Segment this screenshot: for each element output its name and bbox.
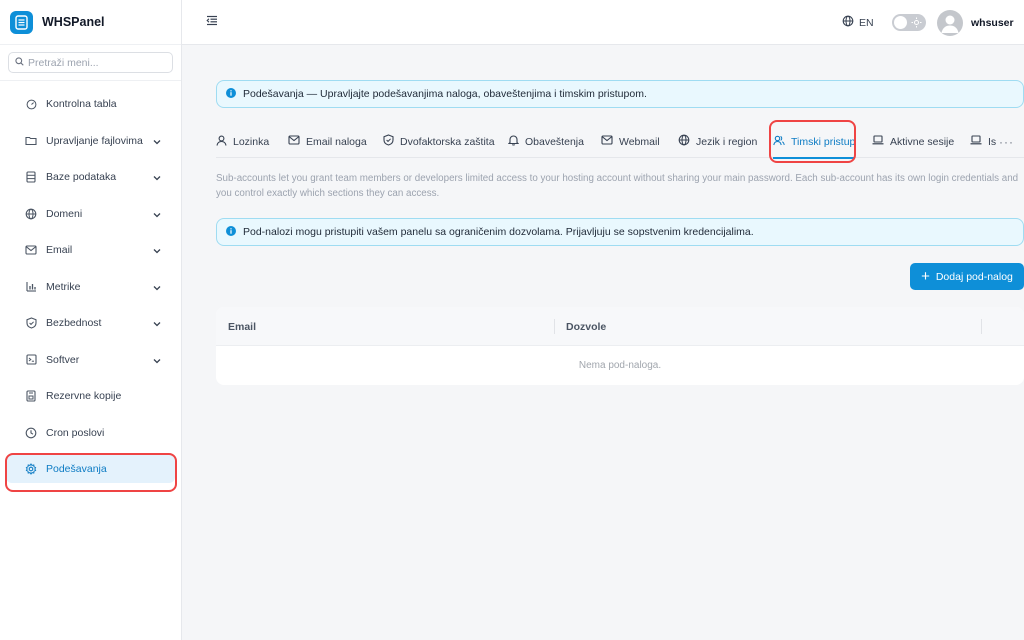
sidebar-item-label: Bezbednost [46, 317, 102, 329]
tab-dvofaktorska-zastita[interactable]: Dvofaktorska zaštita [383, 125, 495, 158]
theme-toggle[interactable] [892, 14, 926, 31]
globe-icon [678, 134, 690, 149]
bell-icon [507, 134, 520, 149]
sidebar-nav: Kontrolna tabla Upravljanje fajlovima Ba… [0, 81, 181, 483]
chevron-down-icon [153, 355, 161, 367]
add-subaccount-label: Dodaj pod-nalog [935, 270, 1013, 283]
sun-icon [911, 17, 922, 31]
search-box[interactable] [8, 52, 173, 73]
tab-truncated[interactable]: Is [970, 125, 996, 158]
dashboard-icon [24, 97, 38, 111]
table-header: Email Dozvole [216, 307, 1024, 346]
globe-icon [842, 15, 854, 30]
avatar[interactable] [937, 10, 963, 36]
topbar: EN whsuser [182, 0, 1024, 45]
tab-jezik-i-region[interactable]: Jezik i region [678, 125, 757, 158]
settings-tabs: Lozinka Email naloga Dvofaktorska zaštit… [216, 125, 1024, 159]
sidebar-item-label: Kontrolna tabla [46, 98, 117, 110]
laptop-icon [872, 135, 884, 148]
user-icon [216, 135, 227, 149]
terminal-icon [24, 353, 38, 367]
tab-timski-pristup[interactable]: Timski pristup [773, 125, 856, 159]
database-icon [24, 170, 38, 184]
tab-webmail[interactable]: Webmail [601, 125, 660, 158]
username[interactable]: whsuser [971, 17, 1014, 29]
backup-icon [24, 389, 38, 403]
sidebar-item-baze-podataka[interactable]: Baze podataka [6, 163, 175, 191]
sidebar-item-label: Metrike [46, 280, 81, 293]
sidebar-search [0, 45, 181, 81]
gear-icon [24, 462, 38, 476]
sidebar-item-softver[interactable]: Softver [6, 346, 175, 374]
plus-icon: + [921, 268, 930, 285]
subaccounts-table: Email Dozvole Nema pod-naloga. [216, 307, 1024, 385]
sidebar-item-domeni[interactable]: Domeni [6, 200, 175, 228]
subaccount-info-banner: Pod-nalozi mogu pristupiti vašem panelu … [216, 218, 1024, 246]
brand-name: WHSPanel [42, 15, 105, 29]
section-description: Sub-accounts let you grant team members … [216, 173, 1019, 199]
info-icon [226, 225, 236, 239]
sidebar-item-label: Upravljanje fajlovima [46, 134, 143, 147]
sidebar-item-kontrolna-tabla[interactable]: Kontrolna tabla [6, 90, 175, 118]
info-banner-text: Podešavanja — Upravljajte podešavanjima … [243, 88, 647, 100]
mail-icon [24, 243, 38, 257]
search-icon [15, 56, 24, 69]
sidebar-item-label: Email [46, 244, 73, 256]
column-header-dozvole[interactable]: Dozvole [566, 307, 606, 346]
column-divider [554, 319, 555, 334]
column-header-email[interactable]: Email [228, 307, 256, 346]
sidebar: WHSPanel Kontrolna tabla Upravljanje faj… [0, 0, 182, 640]
brand[interactable]: WHSPanel [0, 0, 181, 45]
sidebar-item-upravljanje-fajlovima[interactable]: Upravljanje fajlovima [6, 127, 175, 155]
language-label: EN [859, 16, 874, 29]
laptop-icon [970, 135, 982, 148]
info-icon [226, 87, 236, 101]
sidebar-item-label: Podešavanja [46, 463, 107, 475]
shield-icon [24, 316, 38, 330]
chevron-down-icon [153, 282, 161, 294]
sidebar-item-podesavanja[interactable]: Podešavanja [6, 455, 175, 483]
tab-aktivne-sesije[interactable]: Aktivne sesije [872, 125, 954, 158]
main-content: Podešavanja — Upravljajte podešavanjima … [182, 45, 1024, 640]
search-input[interactable] [28, 56, 168, 69]
sidebar-item-metrike[interactable]: Metrike [6, 273, 175, 301]
users-icon [773, 135, 785, 149]
folder-icon [24, 134, 38, 148]
sidebar-item-email[interactable]: Email [6, 236, 175, 264]
sidebar-item-label: Cron poslovi [46, 426, 105, 439]
sidebar-item-bezbednost[interactable]: Bezbednost [6, 309, 175, 337]
table-empty-state: Nema pod-naloga. [578, 360, 662, 371]
globe-icon [24, 207, 38, 221]
chevron-down-icon [153, 209, 161, 221]
chevron-down-icon [153, 318, 161, 330]
more-tabs-button[interactable]: ··· [999, 135, 1014, 149]
sidebar-item-rezervne-kopije[interactable]: Rezervne kopije [6, 382, 175, 410]
language-switcher[interactable]: EN [842, 15, 874, 30]
mail-icon [288, 135, 300, 148]
clock-icon [24, 426, 38, 440]
server-logo-icon [10, 10, 33, 34]
toggle-knob [894, 16, 907, 29]
bar-chart-icon [24, 280, 38, 294]
sidebar-item-label: Softver [46, 353, 80, 366]
sidebar-item-label: Domeni [46, 207, 83, 220]
shield-icon [383, 134, 394, 149]
menu-toggle-icon[interactable] [206, 15, 218, 29]
tab-lozinka[interactable]: Lozinka [216, 125, 269, 158]
chevron-down-icon [153, 172, 161, 184]
chevron-down-icon [153, 245, 161, 257]
add-subaccount-button[interactable]: + Dodaj pod-nalog [910, 263, 1024, 290]
subaccount-banner-text: Pod-nalozi mogu pristupiti vašem panelu … [243, 226, 754, 238]
info-banner: Podešavanja — Upravljajte podešavanjima … [216, 80, 1024, 108]
mail-icon [601, 135, 613, 148]
sidebar-item-label: Rezervne kopije [46, 390, 122, 402]
sidebar-item-cron-poslovi[interactable]: Cron poslovi [6, 419, 175, 447]
column-divider [981, 319, 982, 334]
chevron-down-icon [153, 136, 161, 148]
tab-obavestenja[interactable]: Obaveštenja [507, 125, 584, 158]
sidebar-item-label: Baze podataka [46, 171, 117, 183]
tab-email-naloga[interactable]: Email naloga [288, 125, 367, 158]
